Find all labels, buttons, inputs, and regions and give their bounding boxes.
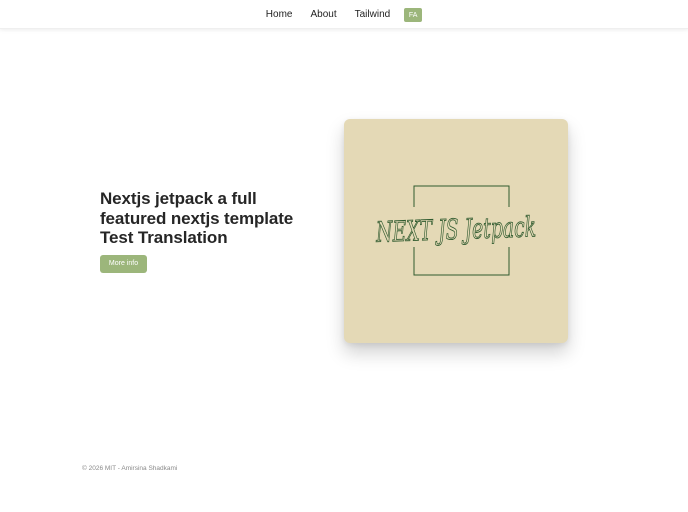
more-info-button[interactable]: More info: [100, 254, 147, 273]
top-navbar: Home About Tailwind FA: [0, 0, 688, 29]
nav-link-home[interactable]: Home: [266, 8, 293, 22]
hero-section: Nextjs jetpack a full featured nextjs te…: [100, 189, 300, 273]
hero-title-line-1: Nextjs jetpack a full: [100, 189, 257, 208]
hero-image-card: NEXT JS Jetpack: [344, 119, 568, 343]
nav-link-tailwind[interactable]: Tailwind: [355, 8, 391, 22]
hero-title-line-3: Test Translation: [100, 228, 228, 247]
footer-copyright: © 2026 MIT - Amirsina Shadkami: [82, 465, 178, 472]
hero-title: Nextjs jetpack a full featured nextjs te…: [100, 189, 300, 248]
logo-script-text: NEXT JS Jetpack: [375, 210, 537, 249]
language-toggle-button[interactable]: FA: [404, 8, 423, 22]
nav-link-about[interactable]: About: [310, 8, 336, 22]
hero-title-line-2: featured nextjs template: [100, 208, 294, 228]
page: Home About Tailwind FA Nextjs jetpack a …: [0, 0, 688, 512]
nextjs-jetpack-logo: NEXT JS Jetpack: [374, 185, 537, 276]
main-nav: Home About Tailwind FA: [0, 7, 688, 23]
